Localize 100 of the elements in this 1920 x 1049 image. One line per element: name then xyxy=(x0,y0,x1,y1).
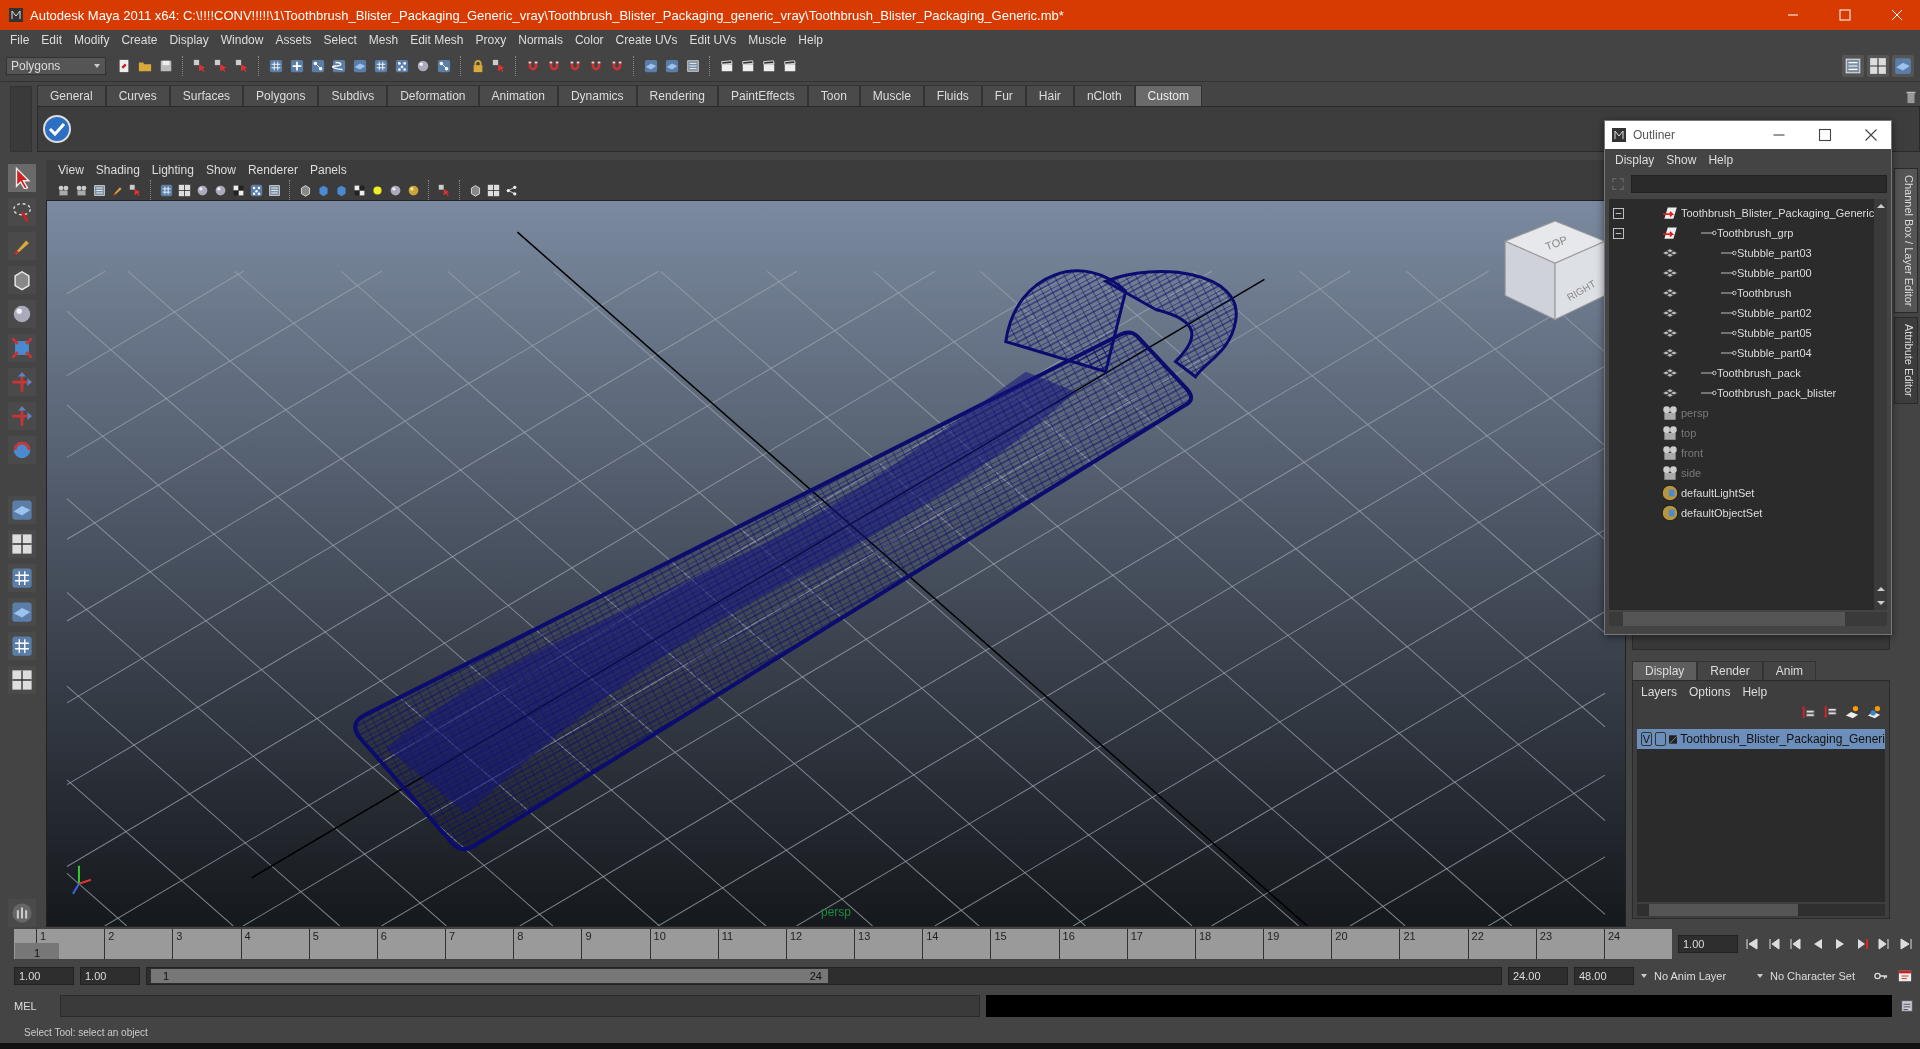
plane-icon[interactable] xyxy=(1892,54,1914,77)
cube-icon[interactable] xyxy=(298,182,313,198)
rotate-icon[interactable] xyxy=(8,436,36,464)
current-time-field[interactable]: 1.00 xyxy=(1678,935,1738,953)
shelf-tab[interactable]: Polygons xyxy=(243,85,319,106)
menu-item[interactable]: Muscle xyxy=(742,33,793,47)
plane-icon[interactable] xyxy=(8,496,36,524)
shelf-tab[interactable]: nCloth xyxy=(1073,85,1135,106)
horizontal-scrollbar[interactable] xyxy=(1609,612,1887,626)
new-layer-selected-icon[interactable] xyxy=(1865,703,1883,721)
layout-icon[interactable] xyxy=(8,530,36,558)
layout-icon[interactable] xyxy=(486,182,501,198)
dots-icon[interactable] xyxy=(249,182,264,198)
outliner-item[interactable]: Toothbrush_pack_blister xyxy=(1717,387,1837,399)
menu-item[interactable]: Window xyxy=(214,33,270,47)
shelf-tab[interactable]: PaintEffects xyxy=(717,85,808,106)
shelf-tab[interactable]: Fluids xyxy=(923,85,982,106)
visibility-toggle[interactable]: V xyxy=(1641,732,1652,746)
cube-icon[interactable] xyxy=(8,266,36,294)
layer-editor-tab[interactable]: Anim xyxy=(1762,661,1817,680)
range-slider[interactable]: 1 24 xyxy=(146,967,1502,985)
menu-item[interactable]: Edit xyxy=(35,33,69,47)
shelf-tab[interactable]: Deformation xyxy=(387,85,479,106)
scale-icon[interactable] xyxy=(8,334,36,362)
layer-menu-item[interactable]: Layers xyxy=(1635,685,1684,699)
shelf-tab[interactable]: Custom xyxy=(1134,85,1202,106)
layout-icon[interactable] xyxy=(177,182,192,198)
menu-item[interactable]: Mesh xyxy=(362,33,405,47)
menu-item[interactable]: Select xyxy=(317,33,363,47)
paint-brush-icon[interactable] xyxy=(8,232,36,260)
time-slider[interactable]: 1 1 2 3 4 5 6 7 8 9 10 11 12 13 14 15 16 17 18 19 20 21 22 23 24 xyxy=(14,929,1672,959)
panel-icon[interactable] xyxy=(92,182,107,198)
shelf-tab[interactable]: Toon xyxy=(807,85,860,106)
cube-icon[interactable] xyxy=(468,182,483,198)
outliner-item[interactable]: Toothbrush xyxy=(1737,287,1792,299)
layer-menu-item[interactable]: Options xyxy=(1683,685,1737,699)
outliner-item[interactable]: Toothbrush_pack xyxy=(1717,367,1801,379)
menu-set-dropdown[interactable]: Polygons xyxy=(6,56,106,75)
layer-menu-item[interactable]: Help xyxy=(1736,685,1774,699)
shelf-tab[interactable]: Dynamics xyxy=(557,85,637,106)
outliner-item[interactable]: defaultLightSet xyxy=(1681,487,1755,499)
collapse-toggle-icon[interactable] xyxy=(1613,227,1624,239)
go-to-start-icon[interactable] xyxy=(1744,936,1760,952)
outliner-item[interactable]: Stubble_part00 xyxy=(1737,267,1812,279)
menu-item[interactable]: Assets xyxy=(269,33,318,47)
panel-menu-item[interactable]: Renderer xyxy=(241,163,304,177)
go-to-end-icon[interactable] xyxy=(1898,936,1914,952)
outliner-menu-item[interactable]: Display xyxy=(1609,153,1661,167)
outliner-item[interactable]: defaultObjectSet xyxy=(1681,507,1763,519)
shelf-tab[interactable]: Animation xyxy=(478,85,558,106)
new-layer-icon[interactable] xyxy=(1843,703,1861,721)
move-layer-up-icon[interactable] xyxy=(1799,703,1817,721)
menu-item[interactable]: Create UVs xyxy=(609,33,684,47)
shelf-tab[interactable]: Fur xyxy=(981,85,1026,106)
collapse-toggle-icon[interactable] xyxy=(1613,207,1624,219)
playback-end-field[interactable]: 24.00 xyxy=(1508,967,1568,985)
grid-icon[interactable] xyxy=(8,564,36,592)
grid-icon[interactable] xyxy=(8,632,36,660)
shelf-tab[interactable]: Muscle xyxy=(859,85,924,106)
menu-item[interactable]: Edit UVs xyxy=(683,33,743,47)
menu-item[interactable]: Create xyxy=(115,33,164,47)
outliner-menu-item[interactable]: Show xyxy=(1660,153,1703,167)
panel-icon[interactable] xyxy=(267,182,282,198)
step-back-key-icon[interactable] xyxy=(1788,936,1804,952)
shelf-tab[interactable]: Rendering xyxy=(636,85,718,106)
grid-icon[interactable] xyxy=(159,182,174,198)
outliner-item[interactable]: Stubble_part05 xyxy=(1737,327,1812,339)
layer-editor-tab[interactable]: Render xyxy=(1697,661,1763,680)
side-tab[interactable]: Attribute Editor xyxy=(1894,317,1918,405)
outliner-item[interactable]: Stubble_part02 xyxy=(1737,307,1812,319)
menu-item[interactable]: Modify xyxy=(68,33,116,47)
panel-menu-item[interactable]: Show xyxy=(199,163,242,177)
outliner-item[interactable]: Toothbrush_Blister_Packaging_Generic xyxy=(1681,207,1875,219)
shelf-tab[interactable]: Curves xyxy=(105,85,170,106)
outliner-menu-item[interactable]: Help xyxy=(1702,153,1740,167)
shelf-tab[interactable]: Hair xyxy=(1025,85,1074,106)
step-back-icon[interactable] xyxy=(1766,936,1782,952)
playback-start-field[interactable]: 1.00 xyxy=(80,967,140,985)
checkmark-icon[interactable] xyxy=(42,114,72,144)
outliner-item[interactable]: Stubble_part03 xyxy=(1737,247,1812,259)
outliner-item[interactable]: Toothbrush_grp xyxy=(1717,227,1794,239)
outliner-item[interactable]: Stubble_part04 xyxy=(1737,347,1812,359)
layout-icon[interactable] xyxy=(1867,54,1889,77)
script-editor-icon[interactable] xyxy=(1898,997,1916,1015)
panel-menu-item[interactable]: Panels xyxy=(303,163,353,177)
menu-item[interactable]: File xyxy=(4,33,36,47)
shelf-tab[interactable]: General xyxy=(37,85,106,106)
menu-item[interactable]: Display xyxy=(163,33,215,47)
menu-item[interactable]: Color xyxy=(568,33,610,47)
menu-item[interactable]: Proxy xyxy=(469,33,513,47)
side-tab[interactable]: Channel Box / Layer Editor xyxy=(1894,168,1918,314)
start-time-field[interactable]: 1.00 xyxy=(14,967,74,985)
end-time-field[interactable]: 48.00 xyxy=(1574,967,1634,985)
shelf-tab[interactable]: Subdivs xyxy=(318,85,388,106)
search-field[interactable] xyxy=(1631,175,1887,193)
view-cube-drawing[interactable] xyxy=(1504,220,1606,320)
command-language-label[interactable]: MEL xyxy=(14,1000,54,1012)
panel-menu-item[interactable]: View xyxy=(52,163,90,177)
panel-menu-item[interactable]: Lighting xyxy=(145,163,200,177)
menu-item[interactable]: Help xyxy=(792,33,829,47)
